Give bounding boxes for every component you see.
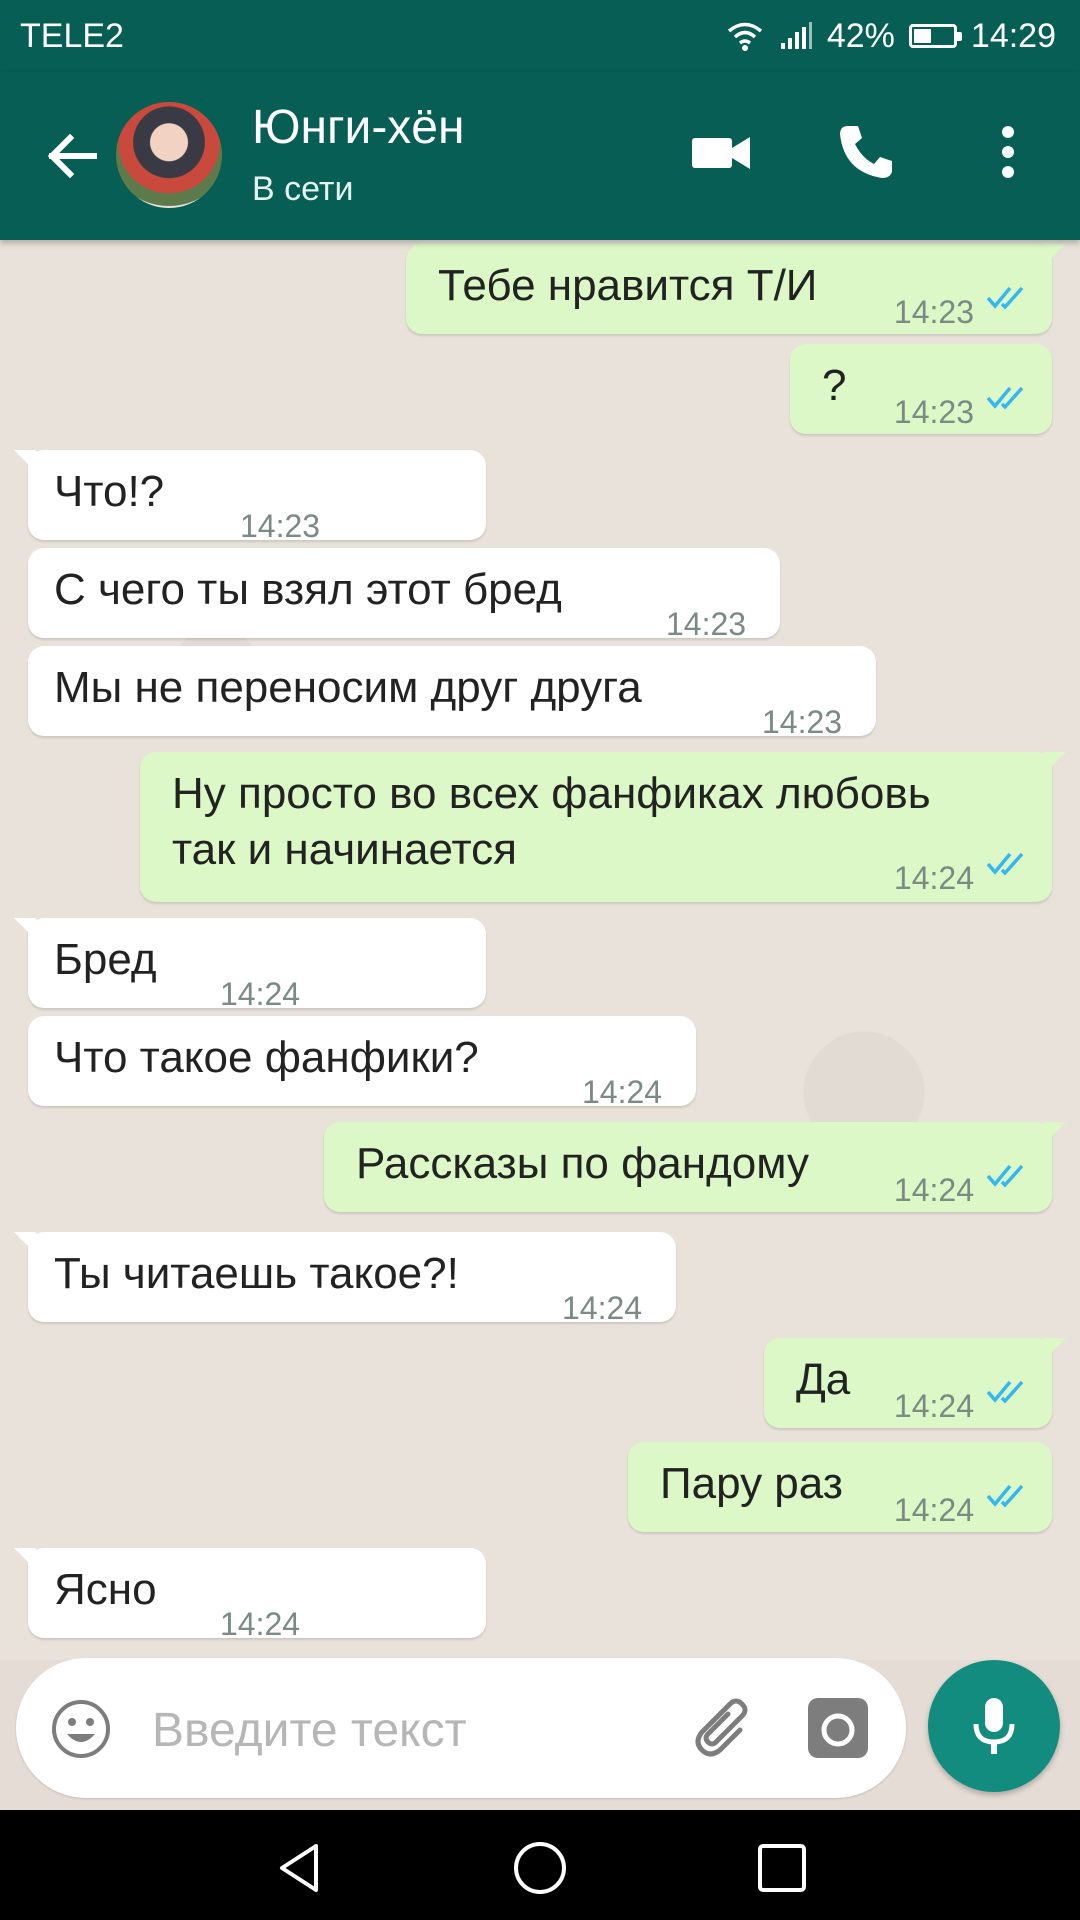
read-ticks-icon — [986, 1380, 1024, 1404]
message-text: Бред — [54, 935, 157, 984]
message-text: Да — [796, 1355, 851, 1404]
message-text-line2: так и начинается — [172, 825, 517, 874]
video-call-icon[interactable] — [690, 120, 754, 184]
message-outgoing[interactable]: Да 14:24 — [764, 1338, 1066, 1428]
message-incoming[interactable]: Ясно 14:24 — [14, 1548, 486, 1642]
message-time: 14:24 — [220, 1606, 301, 1642]
system-nav-bar — [0, 1810, 1080, 1920]
message-time: 14:24 — [893, 860, 974, 896]
message-text: Что такое фанфики? — [54, 1033, 479, 1082]
camera-icon[interactable] — [806, 1696, 870, 1760]
status-indicators: 42% 14:29 — [725, 17, 1056, 56]
message-text: Пару раз — [660, 1459, 843, 1508]
message-text: Ясно — [54, 1565, 157, 1614]
read-ticks-icon — [986, 386, 1024, 410]
battery-percent: 42% — [826, 16, 895, 55]
clock: 14:29 — [970, 16, 1056, 55]
message-text: Мы не переносим друг друга — [54, 663, 642, 712]
read-ticks-icon — [986, 852, 1024, 876]
read-ticks-icon — [986, 1484, 1024, 1508]
back-arrow-icon[interactable] — [40, 124, 104, 188]
message-time: 14:23 — [893, 394, 974, 430]
message-time: 14:24 — [893, 1172, 974, 1208]
message-incoming[interactable]: Мы не переносим друг друга 14:23 — [28, 646, 876, 740]
wifi-icon — [727, 22, 762, 51]
chat-header: Юнги-хён В сети — [0, 72, 1080, 240]
message-composer — [16, 1658, 906, 1798]
message-incoming[interactable]: Что!? 14:23 — [14, 450, 486, 544]
message-time: 14:24 — [893, 1492, 974, 1528]
message-input[interactable] — [150, 1694, 674, 1766]
message-outgoing[interactable]: ? 14:23 — [790, 344, 1052, 434]
message-time: 14:24 — [893, 1388, 974, 1424]
message-incoming[interactable]: С чего ты взял этот бред 14:23 — [28, 548, 780, 642]
status-bar: TELE2 42% 14:29 — [0, 0, 1080, 72]
message-time: 14:23 — [762, 704, 843, 740]
message-text: Что!? — [54, 467, 165, 516]
message-time: 14:23 — [893, 294, 974, 330]
message-time: 14:23 — [240, 508, 321, 544]
battery-icon — [908, 24, 962, 48]
message-time: 14:24 — [220, 976, 301, 1012]
message-incoming[interactable]: Бред 14:24 — [14, 918, 486, 1012]
read-ticks-icon — [986, 1164, 1024, 1188]
nav-back-icon[interactable] — [268, 1836, 332, 1900]
emoji-icon[interactable] — [50, 1698, 112, 1760]
paperclip-icon[interactable] — [690, 1694, 760, 1764]
message-text: Ты читаешь такое?! — [54, 1249, 459, 1298]
message-time: 14:23 — [666, 606, 747, 642]
message-outgoing[interactable]: Рассказы по фандому 14:24 — [324, 1122, 1066, 1212]
phone-icon[interactable] — [834, 120, 898, 184]
mic-icon — [973, 1698, 1015, 1754]
message-outgoing[interactable]: Пару раз 14:24 — [628, 1442, 1052, 1532]
message-incoming[interactable]: Ты читаешь такое?! 14:24 — [14, 1232, 676, 1326]
message-time: 14:24 — [562, 1290, 643, 1326]
message-text: ? — [822, 361, 847, 410]
contact-name[interactable]: Юнги-хён — [252, 100, 465, 155]
avatar[interactable] — [116, 102, 222, 208]
message-text: Рассказы по фандому — [356, 1139, 809, 1188]
nav-home-icon[interactable] — [508, 1836, 572, 1900]
message-outgoing[interactable]: Ну просто во всех фанфиках любовь так и … — [140, 752, 1066, 902]
message-text: С чего ты взял этот бред — [54, 565, 562, 614]
signal-icon — [780, 22, 812, 49]
message-time: 14:24 — [582, 1074, 663, 1110]
nav-recent-icon[interactable] — [752, 1838, 812, 1898]
contact-status: В сети — [252, 170, 354, 208]
more-vert-icon[interactable] — [986, 120, 1030, 184]
mic-button[interactable] — [928, 1660, 1060, 1792]
message-text: Тебе нравится Т/И — [438, 261, 818, 310]
read-ticks-icon — [986, 286, 1024, 310]
message-text-line1: Ну просто во всех фанфиках любовь — [172, 769, 931, 818]
message-outgoing[interactable]: Тебе нравится Т/И 14:23 — [406, 244, 1066, 334]
message-incoming[interactable]: Что такое фанфики? 14:24 — [28, 1016, 696, 1110]
carrier-label: TELE2 — [20, 16, 124, 55]
chat-area[interactable]: Тебе нравится Т/И 14:23 ? 14:23 Что!? 14… — [0, 240, 1080, 1660]
